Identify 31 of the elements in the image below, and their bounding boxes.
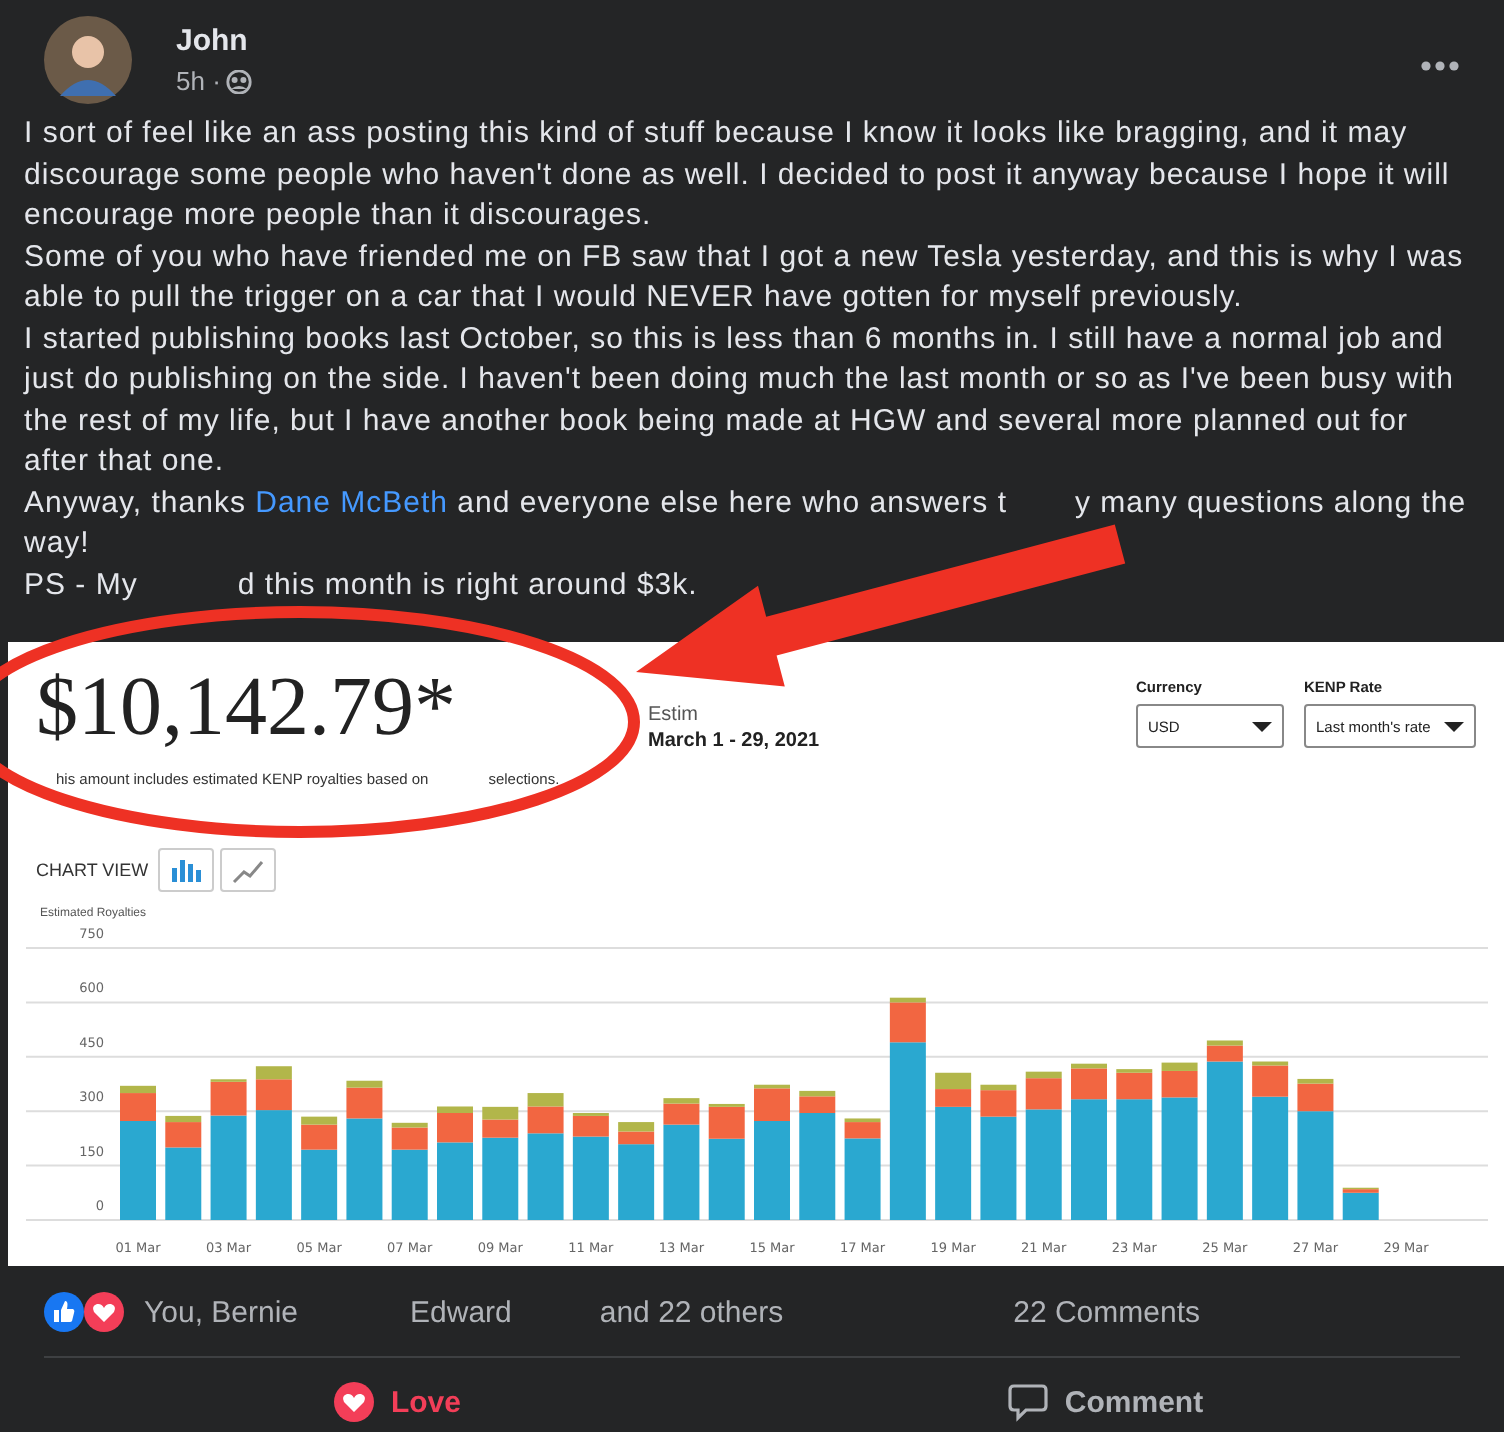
post-text: and everyone else here who answers t <box>455 485 1007 519</box>
reaction-names[interactable]: and 22 others <box>599 1295 784 1329</box>
post-text: Some of you who have friended me on FB saw that I got a new Tesla yesterday, and this is why I was able to pull the trigger on a car that I would NEVER have gotten for myself previously. <box>24 237 1466 318</box>
royalty-amount: $10,142.79* <box>36 660 458 758</box>
post-text: way! <box>24 526 90 560</box>
comment-count[interactable]: 22 Comments <box>1013 1295 1200 1329</box>
post-text: d this month is right around $3k. <box>237 567 698 601</box>
love-button[interactable]: Love <box>44 1358 752 1432</box>
period-label: Estim <box>648 702 700 728</box>
speech-bubble-icon <box>1008 1382 1049 1422</box>
post-text: Anyway, thanks <box>24 485 248 519</box>
mention-link[interactable]: Dane McBeth <box>255 485 448 519</box>
post-text: PS - My <box>24 567 138 601</box>
reaction-names[interactable]: Edward <box>410 1295 512 1329</box>
avatar <box>44 16 132 104</box>
chart-view-label: CHART VIEW <box>36 860 149 880</box>
bar-chart-icon <box>170 856 203 884</box>
more-icon[interactable] <box>1420 60 1460 72</box>
post-time[interactable]: 5h · <box>176 66 221 96</box>
post-text: I started publishing books last October, so this is less than 6 months in. I still have a normal job and just do publishing on the side. I haven't been doing much the last month or so as I've been busy with the rest of my life, but I have another book being made at HGW and several more planned out for after that one. <box>24 319 1456 482</box>
post-text: y many questions along the <box>1074 485 1467 519</box>
like-icon <box>44 1292 84 1332</box>
author-name[interactable]: John <box>176 24 248 58</box>
post-text: I sort of feel like an ass posting this kind of stuff because I know it looks like bragging, and it may discourage some people who haven't done as well. I decided to post it anyway because I hope it will encourage more people than it discourages. <box>24 114 1452 236</box>
chart-view-button[interactable] <box>220 848 277 892</box>
comment-button[interactable]: Comment <box>752 1358 1460 1432</box>
reaction-names[interactable]: You, Bernie <box>144 1295 299 1329</box>
line-chart-icon <box>232 856 265 884</box>
bar-segment <box>935 1072 972 1090</box>
period-dates: March 1 - 29, 2021 <box>648 728 820 754</box>
chart-view-button[interactable] <box>158 848 215 892</box>
